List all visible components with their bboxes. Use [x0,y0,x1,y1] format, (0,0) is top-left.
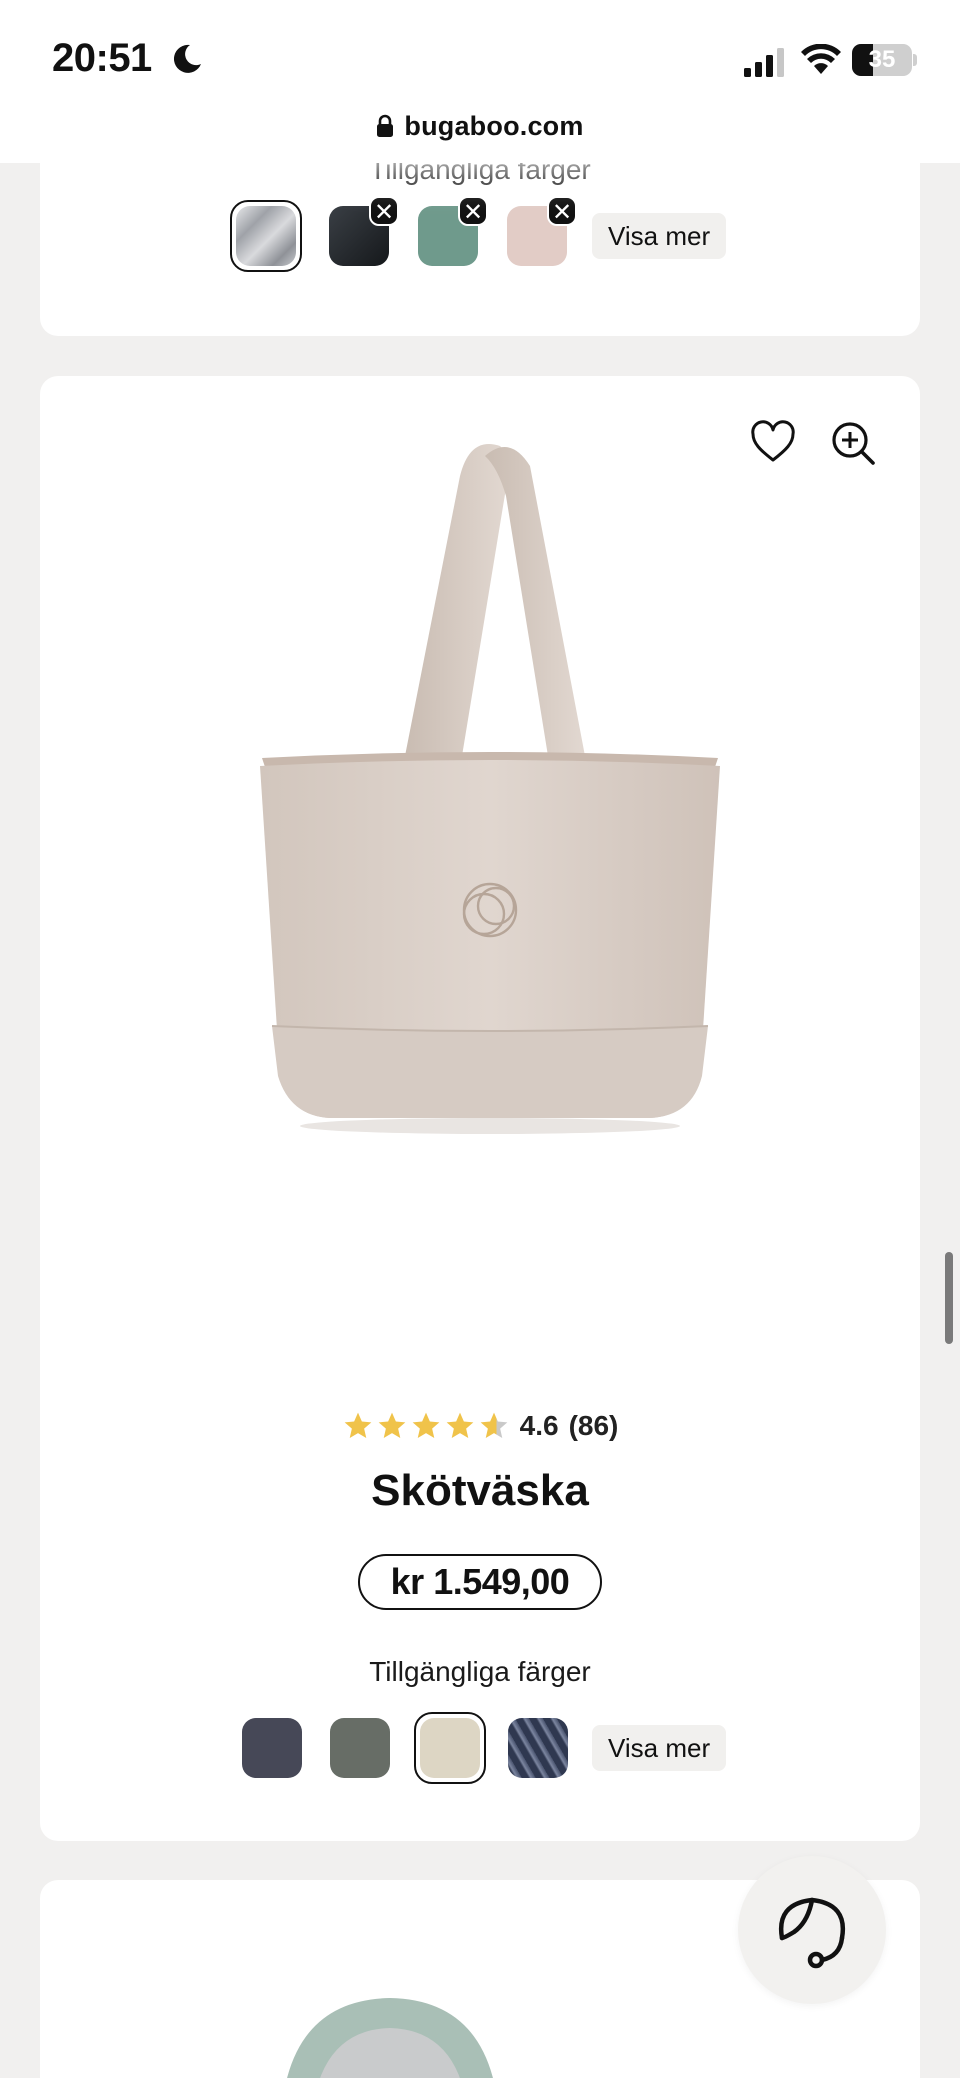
rating-value: 4.6 [519,1410,559,1441]
status-time: 20:51 [52,36,152,80]
url-text: bugaboo.com [404,110,584,141]
headset-icon [778,1897,846,1969]
color-swatch-midnight-navy[interactable] [242,1718,302,1778]
star-icon [412,1412,439,1438]
battery-tip [913,54,917,66]
unavailable-close-icon: ✕ [458,196,488,226]
battery-level: 35 [868,46,896,73]
product-rating[interactable]: 4.6 (86) [40,1410,920,1442]
zoom-in-icon[interactable] [830,420,876,466]
wifi-icon [801,44,841,74]
star-icon [378,1412,405,1438]
color-swatches: ✕ ✕ ✕ Visa mer [40,196,920,286]
tote-bag-image[interactable] [210,436,770,1156]
color-swatch-forest-green[interactable] [330,1718,390,1778]
url-bar[interactable]: bugaboo.com [340,96,620,156]
product-price: kr 1.549,00 [358,1554,602,1610]
color-swatch-desert-taupe[interactable] [414,1712,486,1784]
product-title[interactable]: Skötväska [40,1466,920,1516]
color-swatch-blue-melange[interactable] [508,1718,568,1778]
lock-icon [377,114,394,137]
rating-count: (86) [568,1410,619,1441]
show-more-colors-button[interactable]: Visa mer [592,213,727,259]
color-swatches: Visa mer [40,1712,920,1798]
star-icon [344,1412,371,1438]
show-more-colors-button[interactable]: Visa mer [592,1725,727,1771]
color-swatch-grey-melange[interactable] [230,200,302,272]
cellular-signal-icon [744,48,784,77]
unavailable-close-icon: ✕ [369,196,399,226]
moon-icon [173,44,201,73]
battery-icon: 35 [852,44,912,76]
star-icon [446,1412,473,1438]
star-half-icon [480,1412,507,1438]
available-colors-label: Tillgängliga färger [369,1656,591,1687]
unavailable-close-icon: ✕ [547,196,577,226]
customer-support-button[interactable] [738,1856,886,2004]
product-card[interactable]: 4.6 (86) Skötväska kr 1.549,00 Tillgängl… [40,376,920,1841]
scrollbar[interactable] [945,1252,953,1344]
browser-header: 20:51 35 bugaboo.com [0,0,960,163]
rating-stars [342,1410,510,1442]
product-image[interactable] [260,1980,520,2078]
